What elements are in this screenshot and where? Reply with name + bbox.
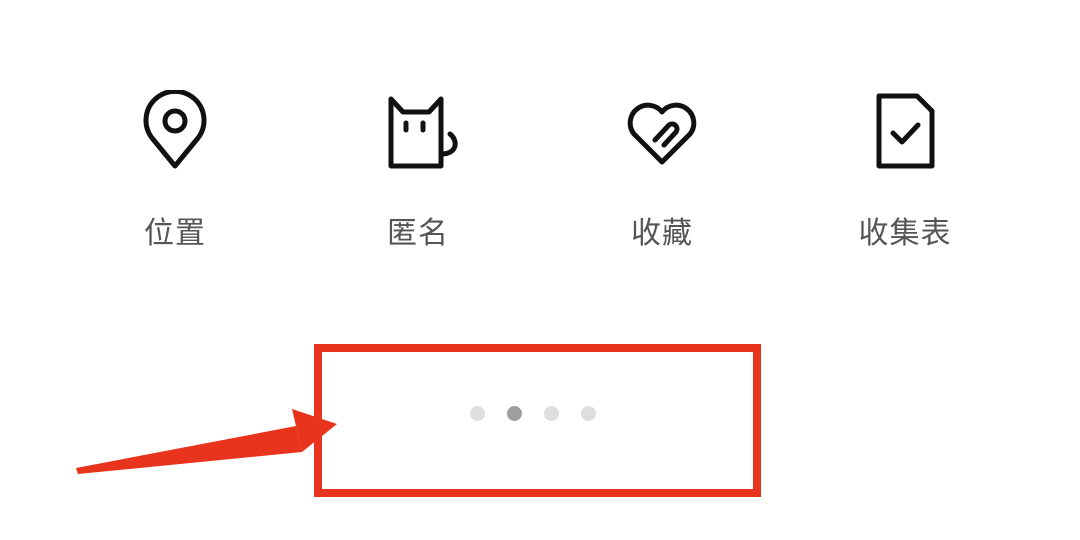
tool-label-favorites: 收藏 — [631, 216, 693, 251]
document-check-icon — [865, 90, 945, 170]
tool-label-form-collection: 收集表 — [858, 216, 952, 251]
cat-icon — [378, 90, 458, 170]
tool-favorites[interactable]: 收藏 — [582, 90, 742, 260]
heart-paperclip-icon — [622, 90, 702, 170]
annotation-highlight-box — [314, 344, 761, 497]
tool-form-collection[interactable]: 收集表 — [825, 90, 985, 260]
tool-label-location: 位置 — [144, 216, 206, 251]
tool-location[interactable]: 位置 — [95, 90, 255, 260]
location-pin-icon — [135, 90, 215, 170]
tool-anonymous[interactable]: 匿名 — [338, 90, 498, 260]
tool-label-anonymous: 匿名 — [387, 216, 449, 251]
